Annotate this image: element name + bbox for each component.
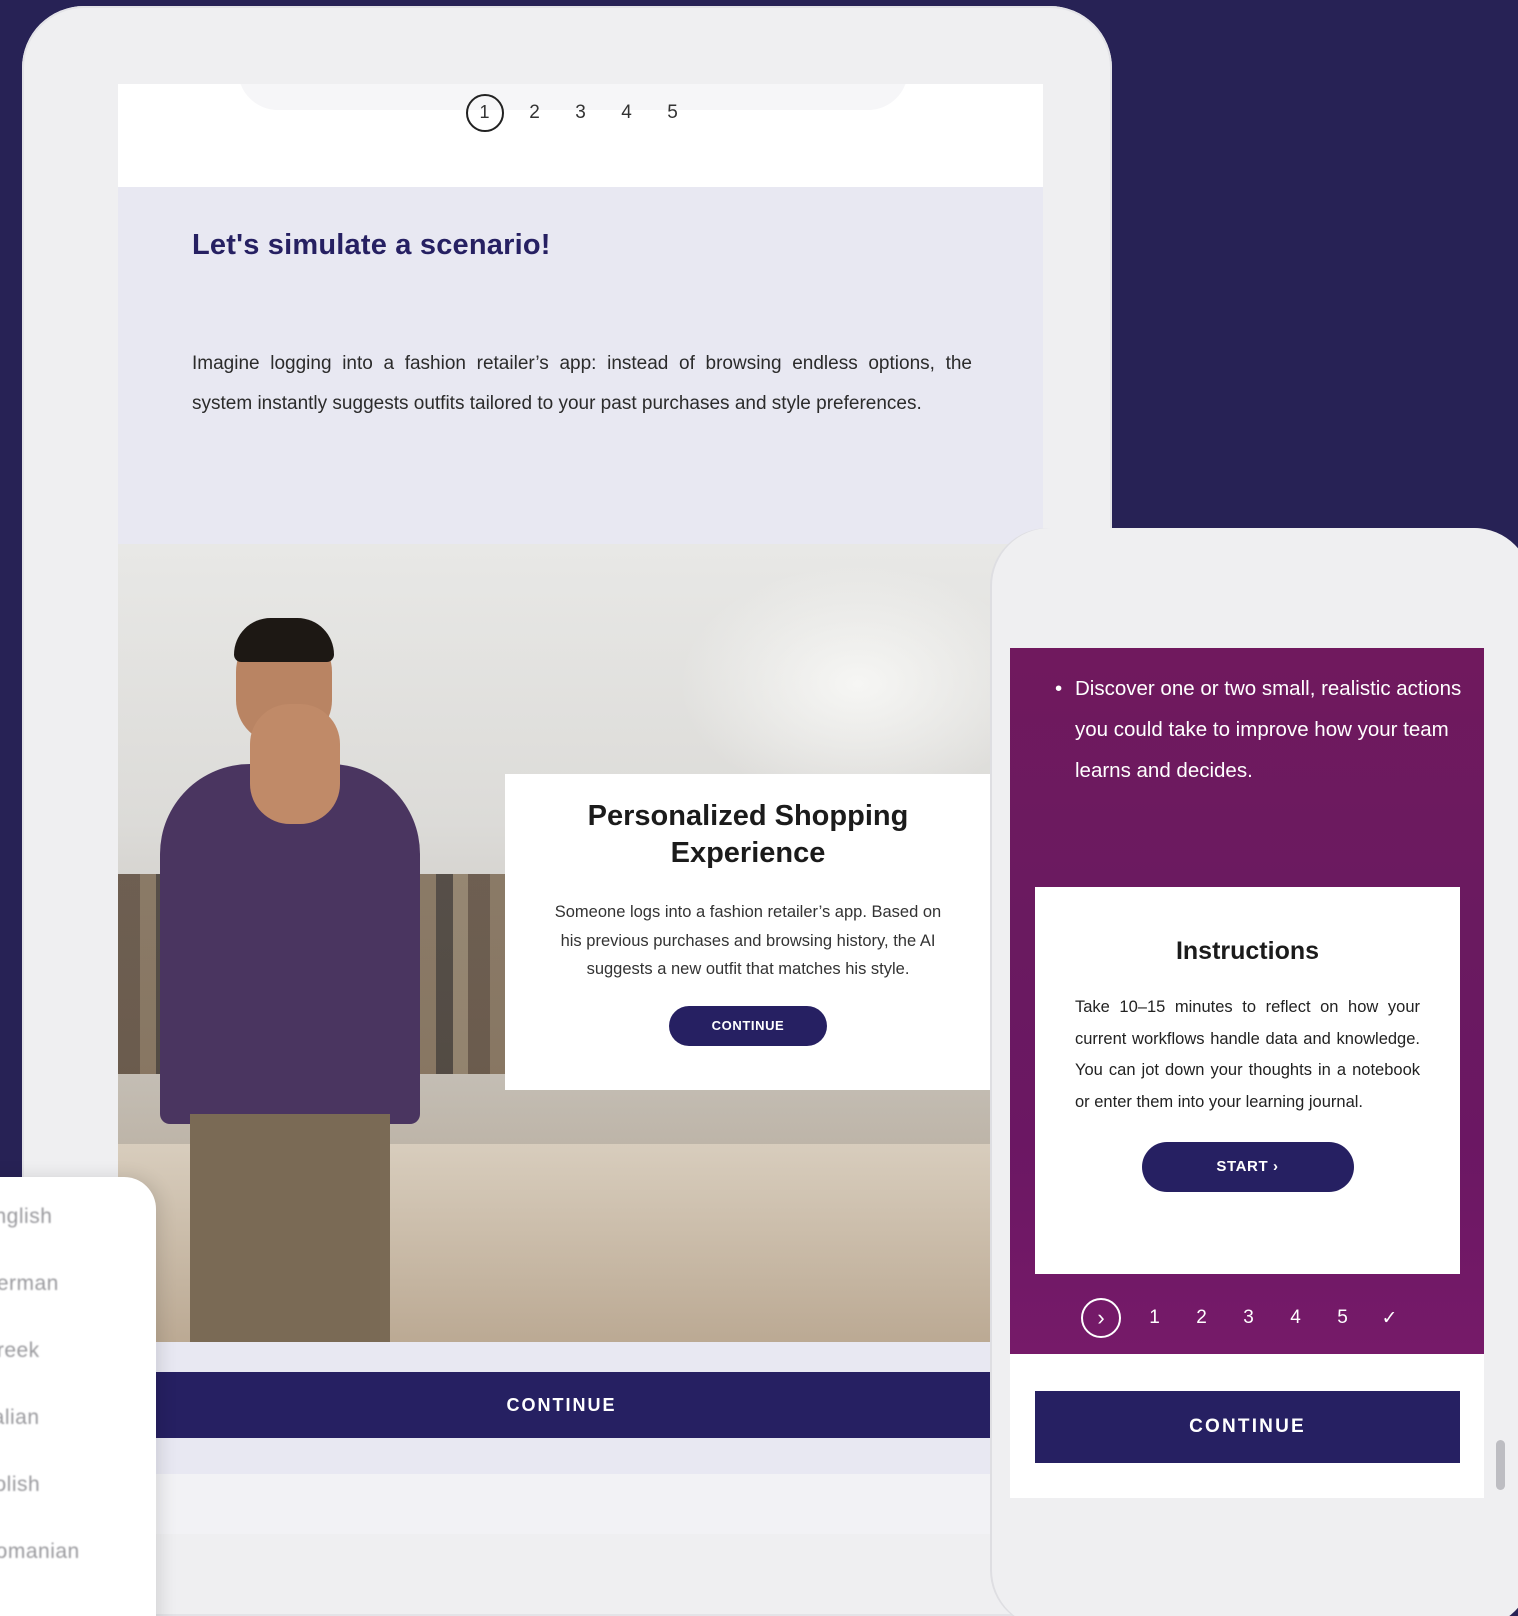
language-option[interactable]: Romanian xyxy=(0,1540,156,1607)
start-button[interactable]: START › xyxy=(1141,1142,1354,1192)
tablet-device: 1 2 3 4 5 Let's simulate a scenario! Ima… xyxy=(22,6,1112,1616)
step-1[interactable]: 1 xyxy=(465,94,504,132)
phone-step-4[interactable]: 4 xyxy=(1272,1307,1319,1329)
surprised-man-image xyxy=(140,618,440,1342)
phone-screen: • Discover one or two small, realistic a… xyxy=(1010,648,1484,1498)
step-3[interactable]: 3 xyxy=(558,102,604,124)
next-arrow-icon[interactable]: › xyxy=(1081,1298,1121,1338)
intro-section: Let's simulate a scenario! Imagine loggi… xyxy=(192,229,972,424)
instructions-body: Take 10–15 minutes to reflect on how you… xyxy=(1075,998,1420,1111)
phone-device: • Discover one or two small, realistic a… xyxy=(992,528,1518,1616)
instructions-title: Instructions xyxy=(1175,937,1320,965)
bullet-text: Discover one or two small, realistic act… xyxy=(1075,677,1462,782)
checkmark-icon[interactable]: ✓ xyxy=(1366,1307,1413,1330)
instructions-card: Instructions Take 10–15 minutes to refle… xyxy=(1035,887,1460,1274)
step-5[interactable]: 5 xyxy=(650,102,696,124)
phone-step-3[interactable]: 3 xyxy=(1225,1307,1272,1329)
language-option[interactable]: Polish xyxy=(0,1473,156,1540)
tablet-header: 1 2 3 4 5 xyxy=(118,84,1043,187)
intro-text: Imagine logging into a fashion retailer’… xyxy=(192,353,972,414)
scenario-body: Someone logs into a fashion retailer’s a… xyxy=(554,903,942,978)
page-title: Let's simulate a scenario! xyxy=(192,229,551,261)
bullet-icon: • xyxy=(1055,677,1063,700)
tablet-screen: 1 2 3 4 5 Let's simulate a scenario! Ima… xyxy=(118,84,1043,1534)
language-option[interactable]: German xyxy=(0,1272,156,1339)
phone-step-5[interactable]: 5 xyxy=(1319,1307,1366,1329)
scenario-photo: Personalized Shopping Experience Someone… xyxy=(118,544,1043,1342)
step-4[interactable]: 4 xyxy=(604,102,650,124)
phone-step-1[interactable]: 1 xyxy=(1131,1307,1178,1329)
language-list: English German Greek Italian Polish Roma… xyxy=(0,1177,156,1616)
scenario-title: Personalized Shopping Experience xyxy=(587,800,909,869)
scrollbar[interactable] xyxy=(1496,1440,1505,1490)
language-option[interactable]: Italian xyxy=(0,1406,156,1473)
step-indicator: 1 2 3 4 5 xyxy=(118,94,1043,132)
language-option[interactable]: English xyxy=(0,1205,156,1272)
bullet-item: • Discover one or two small, realistic a… xyxy=(1055,668,1475,791)
phone-content-panel: • Discover one or two small, realistic a… xyxy=(1010,648,1484,1354)
language-option[interactable]: Greek xyxy=(0,1339,156,1406)
phone-continue-button[interactable]: CONTINUE xyxy=(1035,1391,1460,1463)
phone-step-2[interactable]: 2 xyxy=(1178,1307,1225,1329)
scenario-card: Personalized Shopping Experience Someone… xyxy=(505,774,991,1090)
step-2[interactable]: 2 xyxy=(512,102,558,124)
phone-step-indicator: › 1 2 3 4 5 ✓ xyxy=(1010,1295,1484,1341)
scenario-continue-button[interactable]: CONTINUE xyxy=(669,1005,827,1046)
tablet-continue-button[interactable]: CONTINUE xyxy=(118,1372,1005,1438)
